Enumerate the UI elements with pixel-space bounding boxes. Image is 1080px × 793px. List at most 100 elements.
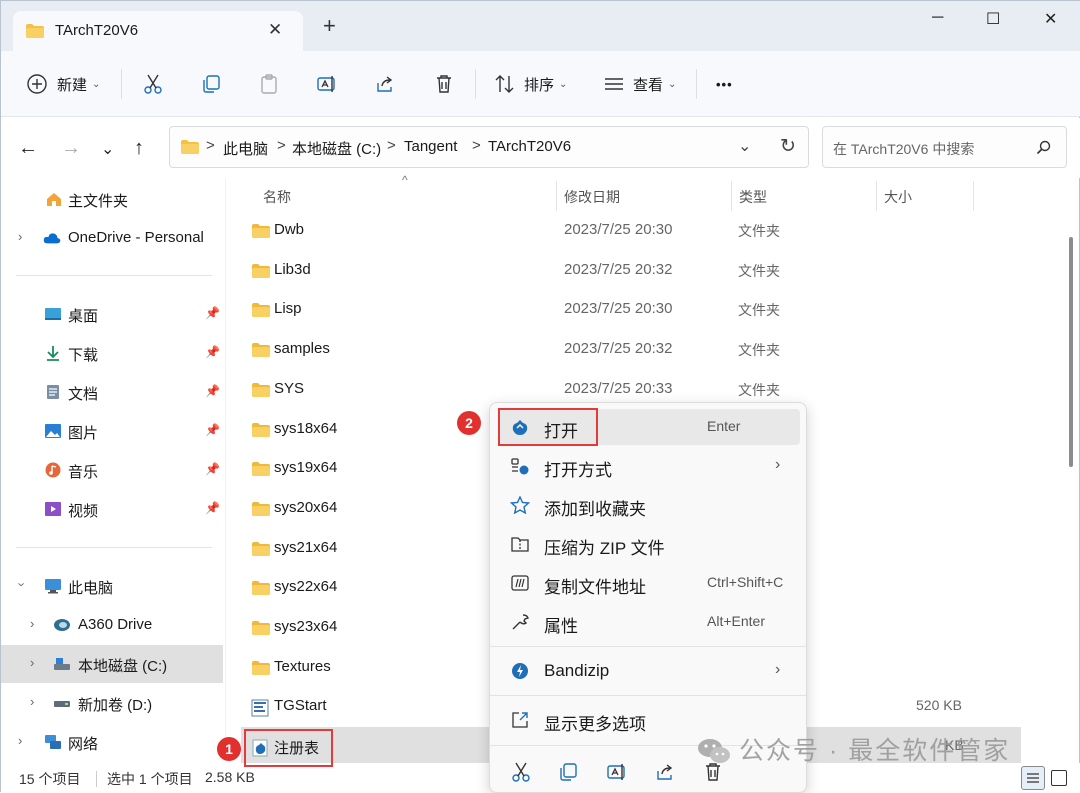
file-row[interactable]: Dwb 2023/7/25 20:30 文件夹 bbox=[241, 211, 1021, 251]
copy-icon[interactable] bbox=[557, 761, 579, 783]
menu-separator bbox=[490, 695, 806, 696]
paste-button[interactable] bbox=[258, 71, 280, 97]
chevron-right-icon[interactable]: › bbox=[18, 229, 22, 244]
recent-chevron-icon[interactable]: ⌄ bbox=[101, 139, 114, 159]
share-icon[interactable] bbox=[654, 761, 676, 783]
cut-button[interactable] bbox=[142, 71, 164, 97]
sidebar-item-volume-d[interactable]: › 新加卷 (D:) bbox=[1, 684, 223, 722]
new-tab-button[interactable]: + bbox=[323, 15, 336, 37]
rename-button[interactable] bbox=[316, 71, 338, 97]
video-icon bbox=[45, 502, 61, 516]
large-icons-view-button[interactable] bbox=[1051, 770, 1067, 786]
breadcrumb-tarcht20v6[interactable]: TArchT20V6 bbox=[488, 138, 571, 155]
menu-item-add-to-favorites[interactable]: 添加到收藏夹 bbox=[498, 487, 800, 523]
menu-item-bandizip[interactable]: Bandizip › bbox=[498, 653, 800, 689]
divider bbox=[16, 547, 212, 548]
menu-item-label: 显示更多选项 bbox=[544, 715, 646, 734]
column-header-type[interactable]: 类型 bbox=[739, 187, 767, 207]
chevron-right-icon[interactable]: › bbox=[30, 616, 34, 631]
menu-item-compress-zip[interactable]: 压缩为 ZIP 文件 bbox=[498, 526, 800, 562]
maximize-button[interactable]: ☐ bbox=[986, 9, 1000, 29]
file-date: 2023/7/25 20:30 bbox=[564, 300, 673, 318]
sidebar-item-this-pc[interactable]: › 此电脑 bbox=[1, 567, 223, 605]
close-window-button[interactable]: ✕ bbox=[1044, 9, 1057, 29]
music-icon bbox=[45, 462, 61, 478]
menu-item-properties[interactable]: 属性 Alt+Enter bbox=[498, 604, 800, 640]
sidebar-item-downloads[interactable]: 下载 📌 bbox=[1, 334, 223, 372]
scissors-icon[interactable] bbox=[510, 761, 532, 783]
desktop-icon bbox=[45, 308, 61, 320]
file-name: sys20x64 bbox=[274, 498, 338, 516]
close-tab-icon[interactable]: ✕ bbox=[268, 20, 282, 40]
minimize-button[interactable]: ─ bbox=[932, 9, 943, 27]
sidebar-item-home[interactable]: 主文件夹 bbox=[1, 180, 223, 218]
file-row[interactable]: Lib3d 2023/7/25 20:32 文件夹 bbox=[241, 251, 1021, 291]
chevron-right-icon[interactable]: › bbox=[30, 655, 34, 670]
column-header-size[interactable]: 大小 bbox=[884, 187, 912, 207]
cloud-icon bbox=[43, 233, 61, 244]
sidebar-item-a360-drive[interactable]: › A360 Drive bbox=[1, 606, 223, 644]
rename-icon[interactable] bbox=[606, 761, 628, 783]
details-view-button[interactable] bbox=[1021, 766, 1045, 790]
share-button[interactable] bbox=[374, 71, 396, 97]
refresh-icon[interactable]: ↻ bbox=[780, 135, 796, 158]
chevron-right-icon[interactable]: › bbox=[30, 694, 34, 709]
file-name: sys22x64 bbox=[274, 578, 338, 596]
copy-path-icon bbox=[511, 575, 529, 591]
forward-arrow-icon[interactable]: → bbox=[61, 137, 81, 160]
pane-divider bbox=[225, 179, 226, 763]
sort-button[interactable]: 排序 ⌄ bbox=[494, 71, 567, 97]
back-arrow-icon[interactable]: ← bbox=[18, 137, 38, 160]
sidebar-item-network[interactable]: › 网络 bbox=[1, 723, 223, 761]
column-header-date[interactable]: 修改日期 bbox=[564, 187, 620, 207]
drive-icon bbox=[54, 658, 70, 670]
scrollbar-thumb[interactable] bbox=[1069, 237, 1073, 467]
search-box[interactable]: 在 TArchT20V6 中搜索 bbox=[822, 126, 1067, 168]
paste-icon bbox=[261, 74, 277, 94]
sidebar-item-label: 下载 bbox=[68, 347, 99, 364]
breadcrumb-separator: > bbox=[472, 137, 481, 154]
sidebar-item-label: 此电脑 bbox=[68, 580, 114, 597]
delete-button[interactable] bbox=[433, 71, 455, 97]
column-divider bbox=[731, 181, 732, 211]
sidebar-item-desktop[interactable]: 桌面 📌 bbox=[1, 295, 223, 333]
file-row[interactable]: Lisp 2023/7/25 20:30 文件夹 bbox=[241, 290, 1021, 330]
sidebar-item-documents[interactable]: 文档 📌 bbox=[1, 373, 223, 411]
breadcrumb-tangent[interactable]: Tangent bbox=[404, 138, 457, 155]
tab-tarcht20v6[interactable]: TArchT20V6 ✕ bbox=[13, 11, 303, 51]
menu-item-open-with[interactable]: 打开方式 › bbox=[498, 448, 800, 484]
folder-icon bbox=[251, 580, 271, 600]
sidebar-item-music[interactable]: 音乐 📌 bbox=[1, 451, 223, 489]
step-badge-2: 2 bbox=[457, 411, 481, 435]
more-options-button[interactable]: ••• bbox=[716, 71, 733, 97]
column-header-name[interactable]: 名称 bbox=[263, 187, 291, 207]
view-button[interactable]: 查看 ⌄ bbox=[603, 71, 676, 97]
copy-button[interactable] bbox=[200, 71, 222, 97]
chevron-down-icon[interactable]: › bbox=[15, 582, 30, 586]
menu-item-copy-path[interactable]: 复制文件地址 Ctrl+Shift+C bbox=[498, 565, 800, 601]
breadcrumb-this-pc[interactable]: 此电脑 bbox=[223, 138, 268, 159]
file-type: 文件夹 bbox=[738, 342, 780, 359]
sidebar-item-local-disk-c[interactable]: › 本地磁盘 (C:) bbox=[1, 645, 223, 683]
address-dropdown-icon[interactable]: ⌄ bbox=[738, 136, 751, 156]
sidebar-item-pictures[interactable]: 图片 📌 bbox=[1, 412, 223, 450]
folder-icon bbox=[251, 223, 271, 243]
share-icon bbox=[377, 76, 393, 92]
separator bbox=[475, 69, 476, 99]
separator bbox=[696, 69, 697, 99]
chevron-right-icon[interactable]: › bbox=[18, 733, 22, 748]
address-bar[interactable]: > 此电脑 > 本地磁盘 (C:) > Tangent > TArchT20V6… bbox=[169, 126, 809, 168]
up-arrow-icon[interactable]: ↑ bbox=[134, 137, 144, 160]
sidebar-item-label: 音乐 bbox=[68, 464, 99, 481]
sidebar-item-onedrive[interactable]: › OneDrive - Personal bbox=[1, 219, 223, 257]
new-button[interactable]: 新建 ⌄ bbox=[26, 71, 100, 97]
file-date: 2023/7/25 20:33 bbox=[564, 379, 673, 397]
breadcrumb-local-disk[interactable]: 本地磁盘 (C:) bbox=[292, 138, 381, 159]
sidebar-item-videos[interactable]: 视频 📌 bbox=[1, 490, 223, 528]
chevron-down-icon: ⌄ bbox=[668, 78, 677, 90]
document-icon bbox=[47, 385, 59, 399]
chevron-right-icon: › bbox=[775, 456, 781, 473]
file-row[interactable]: samples 2023/7/25 20:32 文件夹 bbox=[241, 330, 1021, 370]
folder-icon bbox=[251, 541, 271, 561]
sidebar-item-label: 本地磁盘 (C:) bbox=[78, 658, 168, 675]
